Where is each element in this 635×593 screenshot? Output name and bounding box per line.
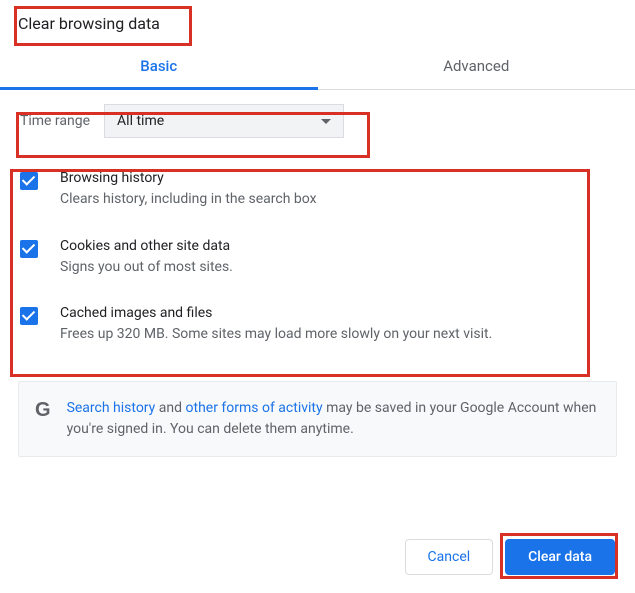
button-row: Cancel Clear data — [405, 539, 615, 575]
chevron-down-icon — [321, 119, 331, 124]
option-title: Cached images and files — [60, 305, 492, 321]
option-desc: Clears history, including in the search … — [60, 190, 317, 210]
cancel-button[interactable]: Cancel — [405, 539, 494, 575]
option-title: Cookies and other site data — [60, 238, 233, 254]
time-range-value: All time — [117, 113, 164, 129]
option-cookies: Cookies and other site data Signs you ou… — [20, 224, 615, 292]
link-search-history[interactable]: Search history — [67, 400, 156, 416]
tabs: Basic Advanced — [0, 45, 635, 90]
clear-data-button[interactable]: Clear data — [505, 539, 615, 575]
option-desc: Signs you out of most sites. — [60, 258, 233, 278]
option-cache: Cached images and files Frees up 320 MB.… — [20, 291, 615, 359]
checkbox-browsing-history[interactable] — [20, 172, 38, 190]
info-text: Search history and other forms of activi… — [67, 398, 600, 440]
google-icon: G — [35, 398, 51, 440]
tab-advanced[interactable]: Advanced — [318, 45, 635, 89]
option-desc: Frees up 320 MB. Some sites may load mor… — [60, 325, 492, 345]
time-range-label: Time range — [20, 113, 90, 129]
time-range-select[interactable]: All time — [104, 104, 344, 138]
time-range-row: Time range All time — [0, 90, 635, 152]
checkbox-cookies[interactable] — [20, 240, 38, 258]
info-box: G Search history and other forms of acti… — [18, 381, 617, 457]
option-browsing-history: Browsing history Clears history, includi… — [20, 156, 615, 224]
tab-basic[interactable]: Basic — [0, 45, 318, 90]
option-title: Browsing history — [60, 170, 317, 186]
dialog-title: Clear browsing data — [0, 0, 635, 45]
options-list: Browsing history Clears history, includi… — [0, 152, 635, 367]
link-other-activity[interactable]: other forms of activity — [186, 400, 323, 416]
checkbox-cache[interactable] — [20, 307, 38, 325]
